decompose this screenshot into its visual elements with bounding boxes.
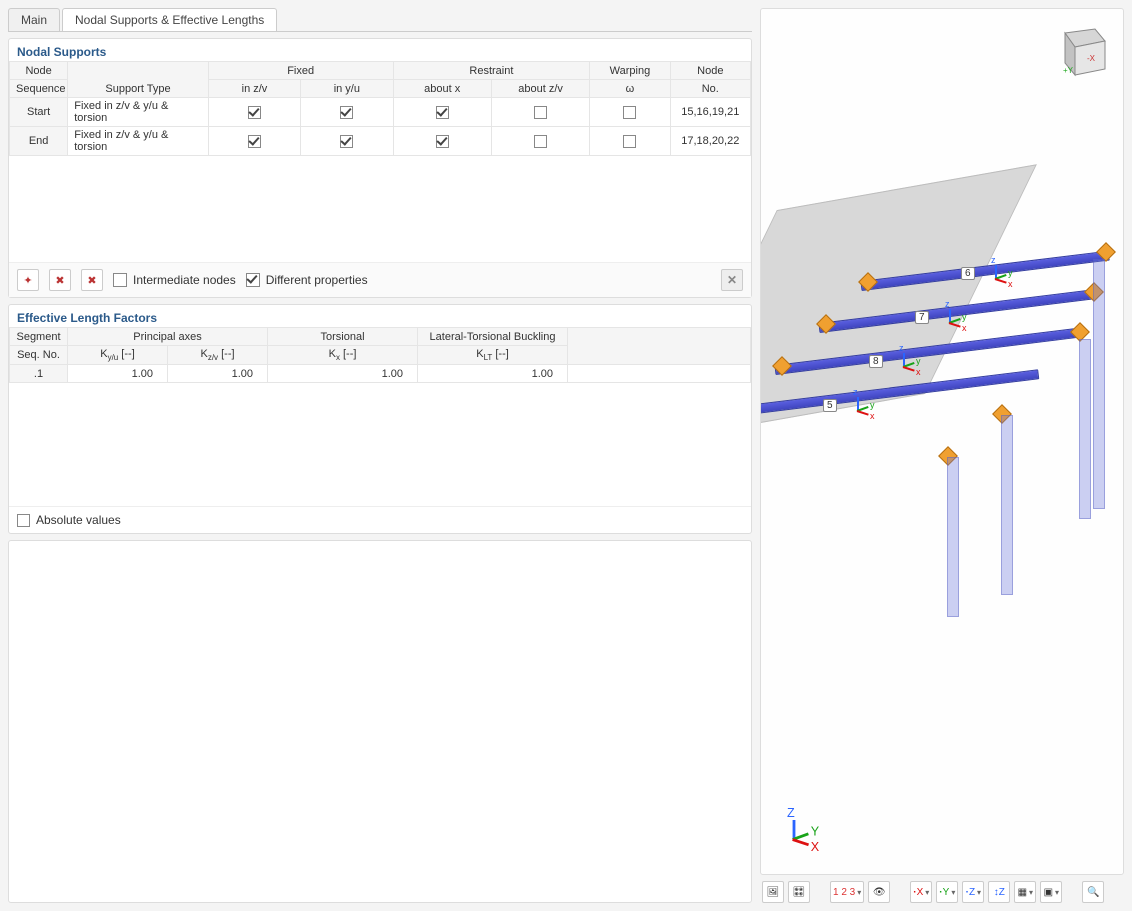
th-inyu: in y/u [301, 80, 393, 98]
cell-azv[interactable] [491, 98, 589, 127]
th-restraint: Restraint [393, 62, 590, 80]
nodal-supports-title: Nodal Supports [9, 39, 751, 61]
viewport-style-icon[interactable]: 🎛 [788, 881, 810, 903]
viewport-view-z-button[interactable]: ·Z [962, 881, 984, 903]
cell-nodes: 17,18,20,22 [670, 127, 750, 156]
effective-lengths-section: Effective Length Factors Segment Princip… [8, 304, 752, 534]
effective-lengths-table: Segment Principal axes Torsional Lateral… [9, 327, 751, 383]
table-row[interactable]: .1 1.00 1.00 1.00 1.00 [10, 365, 751, 383]
cell-zv[interactable] [208, 127, 300, 156]
effective-lengths-title: Effective Length Factors [9, 305, 751, 327]
beam-label-7: 7 [915, 311, 929, 324]
cell-zv[interactable] [208, 98, 300, 127]
cell-seq: End [10, 127, 68, 156]
intermediate-nodes-checkbox[interactable] [113, 273, 127, 287]
cell-yu[interactable] [301, 98, 393, 127]
different-properties-label: Different properties [266, 273, 368, 287]
viewport-toolbar: 🖼 🎛 1 2 3 👁 ·X ·Y ·Z ↕Z ▦ ▣ 🔍 [760, 875, 1124, 903]
notes-area [8, 540, 752, 903]
cell-yu[interactable] [301, 127, 393, 156]
nav-cube-icon[interactable]: -X +Y [1047, 23, 1109, 85]
nodal-supports-toolbar: ✦ ✖ ✖ Intermediate nodes Different prope… [9, 262, 751, 297]
cell-empty [568, 365, 751, 383]
cell-seq: Start [10, 98, 68, 127]
svg-text:+Y: +Y [1063, 66, 1074, 75]
th-kx: Kx [--] [268, 346, 418, 365]
viewport-numbering-icon[interactable]: 1 2 3 [830, 881, 864, 903]
different-properties-checkbox[interactable] [246, 273, 260, 287]
th-fixed: Fixed [208, 62, 393, 80]
th-seqno: Seq. No. [10, 346, 68, 365]
tab-nodal-supports[interactable]: Nodal Supports & Effective Lengths [62, 8, 277, 31]
th-kyu: Ky/u [--] [68, 346, 168, 365]
cell-w[interactable] [590, 127, 670, 156]
cell-klt[interactable]: 1.00 [418, 365, 568, 383]
delete-left-icon[interactable]: ✖ [49, 269, 71, 291]
cell-ax[interactable] [393, 127, 491, 156]
th-support-type: Support Type [68, 62, 209, 98]
viewport-view-y-button[interactable]: ·Y [936, 881, 958, 903]
nodal-supports-table: Node Support Type Fixed Restraint Warpin… [9, 61, 751, 156]
beam-label-5: 5 [823, 399, 837, 412]
th-klt: KLT [--] [418, 346, 568, 365]
cell-type[interactable]: Fixed in z/v & y/u & torsion [68, 127, 209, 156]
table-row[interactable]: End Fixed in z/v & y/u & torsion 17,18,2… [10, 127, 751, 156]
close-icon[interactable]: ✕ [721, 269, 743, 291]
absolute-values-label: Absolute values [36, 513, 121, 527]
beam-label-6: 6 [961, 267, 975, 280]
delete-right-icon[interactable]: ✖ [81, 269, 103, 291]
viewport-display-mode-icon[interactable]: ▦ [1014, 881, 1036, 903]
th-node-no: Node [670, 62, 750, 80]
cell-w[interactable] [590, 98, 670, 127]
beam-label-8: 8 [869, 355, 883, 368]
cell-kzv[interactable]: 1.00 [168, 365, 268, 383]
th-ltb: Lateral-Torsional Buckling [418, 328, 568, 346]
global-axis-triad-icon: Z Y X [773, 820, 815, 862]
th-inzv: in z/v [208, 80, 300, 98]
th-warping: Warping [590, 62, 670, 80]
viewport-render-icon[interactable]: 🖼 [762, 881, 784, 903]
table-row[interactable]: Start Fixed in z/v & y/u & torsion 15,16… [10, 98, 751, 127]
th-torsional: Torsional [268, 328, 418, 346]
cell-kx[interactable]: 1.00 [268, 365, 418, 383]
tab-main[interactable]: Main [8, 8, 60, 31]
cell-kyu[interactable]: 1.00 [68, 365, 168, 383]
th-kzv: Kz/v [--] [168, 346, 268, 365]
viewport-visibility-icon[interactable]: 👁 [868, 881, 890, 903]
viewport-view-iso-button[interactable]: ↕Z [988, 881, 1010, 903]
th-principal: Principal axes [68, 328, 268, 346]
cell-azv[interactable] [491, 127, 589, 156]
th-no: No. [670, 80, 750, 98]
th-aboutx: about x [393, 80, 491, 98]
cell-nodes: 15,16,19,21 [670, 98, 750, 127]
viewport-box-icon[interactable]: ▣ [1040, 881, 1062, 903]
viewport-view-x-button[interactable]: ·X [910, 881, 932, 903]
th-omega: ω [590, 80, 670, 98]
viewport-zoom-extents-icon[interactable]: 🔍 [1082, 881, 1104, 903]
intermediate-nodes-label: Intermediate nodes [133, 273, 236, 287]
viewport-3d[interactable]: -X +Y 6 7 8 5 zyx zyx zyx zyx [760, 8, 1124, 875]
th-sequence: Sequence [10, 80, 68, 98]
cell-ax[interactable] [393, 98, 491, 127]
tabs-bar: Main Nodal Supports & Effective Lengths [8, 8, 752, 32]
absolute-values-checkbox[interactable] [17, 514, 30, 527]
th-aboutzv: about z/v [491, 80, 589, 98]
cell-seq: .1 [10, 365, 68, 383]
th-node-seq: Node [10, 62, 68, 80]
cell-type[interactable]: Fixed in z/v & y/u & torsion [68, 98, 209, 127]
th-empty [568, 328, 751, 365]
nodal-supports-section: Nodal Supports Node Support Type Fixed [8, 38, 752, 298]
select-nodes-icon[interactable]: ✦ [17, 269, 39, 291]
svg-text:-X: -X [1087, 54, 1096, 63]
th-segment: Segment [10, 328, 68, 346]
